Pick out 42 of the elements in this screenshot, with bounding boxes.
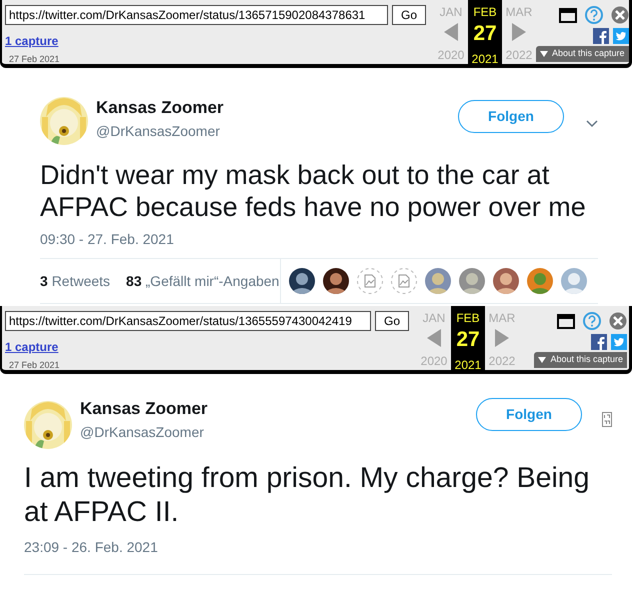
- capture-date: 27 Feb 2021: [9, 53, 61, 66]
- follow-button[interactable]: Folgen: [458, 100, 564, 133]
- follow-button[interactable]: Folgen: [476, 398, 582, 431]
- likes-count[interactable]: 83 „Gefällt mir“-Angaben: [126, 270, 280, 292]
- capture-date: 27 Feb 2021: [9, 359, 61, 372]
- next-arrow-icon[interactable]: [512, 23, 526, 41]
- retweets-count[interactable]: 3 Retweets: [40, 270, 110, 292]
- display-name[interactable]: Kansas Zoomer: [80, 396, 208, 422]
- window-icon[interactable]: [558, 8, 577, 22]
- captures-link[interactable]: 1 capture: [5, 32, 58, 50]
- previous-arrow-icon[interactable]: [444, 23, 458, 41]
- tweet-timestamp[interactable]: 09:30 - 27. Feb. 2021: [40, 229, 598, 250]
- twitter-icon[interactable]: [611, 334, 627, 350]
- broken-image-icon[interactable]: [357, 268, 383, 294]
- broken-image-icon[interactable]: [391, 268, 417, 294]
- month-column[interactable]: FEB 27 2021: [451, 306, 486, 370]
- caret-icon: [540, 50, 548, 57]
- missing-glyph-icon[interactable]: [602, 412, 612, 428]
- previous-arrow-icon[interactable]: [427, 329, 442, 347]
- display-name[interactable]: Kansas Zoomer: [96, 95, 224, 120]
- url-field[interactable]: https://twitter.com/DrKansasZoomer/status/1365715902084378631: [5, 5, 388, 25]
- window-icon[interactable]: [557, 314, 575, 328]
- facebook-icon[interactable]: [592, 28, 609, 44]
- facebook-icon[interactable]: [591, 334, 607, 350]
- tweet-timestamp[interactable]: 23:09 - 26. Feb. 2021: [24, 537, 612, 558]
- tweet-text: Didn't wear my mask back out to the car at AFPAC because feds have no power over me: [40, 159, 587, 223]
- close-icon[interactable]: [610, 6, 629, 24]
- go-button[interactable]: Go: [375, 311, 410, 331]
- caret-icon: [538, 356, 546, 363]
- month-column[interactable]: FEB 27 2021: [468, 0, 502, 64]
- about-capture-tab[interactable]: About this capture: [536, 46, 629, 62]
- user-handle[interactable]: @DrKansasZoomer: [80, 422, 208, 442]
- tweet-text: I am tweeting from prison. My charge? Being at AFPAC II.: [24, 461, 591, 529]
- url-field[interactable]: https://twitter.com/DrKansasZoomer/status/13655597430042419: [5, 311, 371, 331]
- next-arrow-icon[interactable]: [495, 329, 510, 347]
- twitter-icon[interactable]: [612, 28, 629, 44]
- close-icon[interactable]: [609, 312, 627, 330]
- about-capture-tab[interactable]: About this capture: [534, 352, 627, 368]
- chevron-down-icon[interactable]: [586, 120, 598, 128]
- user-handle[interactable]: @DrKansasZoomer: [96, 120, 224, 142]
- go-button[interactable]: Go: [392, 5, 426, 25]
- captures-link[interactable]: 1 capture: [5, 338, 58, 356]
